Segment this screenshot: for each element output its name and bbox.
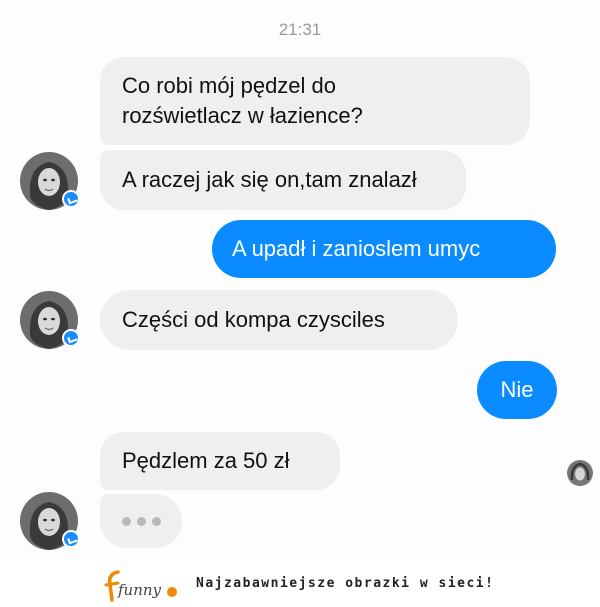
messenger-badge-icon [62, 190, 80, 208]
message-text: Części od kompa czysciles [122, 307, 385, 332]
logo-text: funny [117, 581, 162, 599]
message-line: rozświetlacz w łazience? [122, 103, 363, 128]
read-receipt-avatar [567, 460, 593, 486]
watermark-footer: funny Najzabawniejsze obrazki w sieci! [0, 560, 600, 607]
chat-thread: 21:31 Co robi mój pędzel do rozświetlacz… [0, 0, 600, 560]
outgoing-message-2[interactable]: Nie [477, 361, 557, 419]
contact-avatar[interactable] [20, 152, 80, 210]
message-timestamp: 21:31 [278, 20, 322, 39]
read-receipt-image [567, 460, 593, 486]
incoming-message-1[interactable]: Co robi mój pędzel do rozświetlacz w łaz… [100, 57, 530, 145]
message-text: A raczej jak się on,tam znalazł [122, 167, 417, 192]
typing-indicator [100, 494, 182, 548]
messenger-badge-icon [62, 530, 80, 548]
message-text: Pędzlem za 50 zł [122, 448, 290, 473]
incoming-message-4[interactable]: Pędzlem za 50 zł [100, 432, 340, 490]
site-slogan: Najzabawniejsze obrazki w sieci! [196, 576, 495, 591]
incoming-message-3[interactable]: Części od kompa czysciles [100, 290, 458, 350]
outgoing-message-1[interactable]: A upadł i zanioslem umyc [212, 220, 556, 278]
contact-avatar[interactable] [20, 492, 80, 550]
incoming-message-2[interactable]: A raczej jak się on,tam znalazł [100, 150, 466, 210]
message-text: Nie [500, 377, 534, 402]
funny-logo: funny [104, 570, 177, 602]
messenger-badge-icon [62, 329, 80, 347]
message-line: Co robi mój pędzel do [122, 73, 337, 98]
contact-avatar[interactable] [20, 291, 80, 349]
typing-dots-icon [100, 494, 182, 548]
message-text: A upadł i zanioslem umyc [232, 236, 481, 261]
